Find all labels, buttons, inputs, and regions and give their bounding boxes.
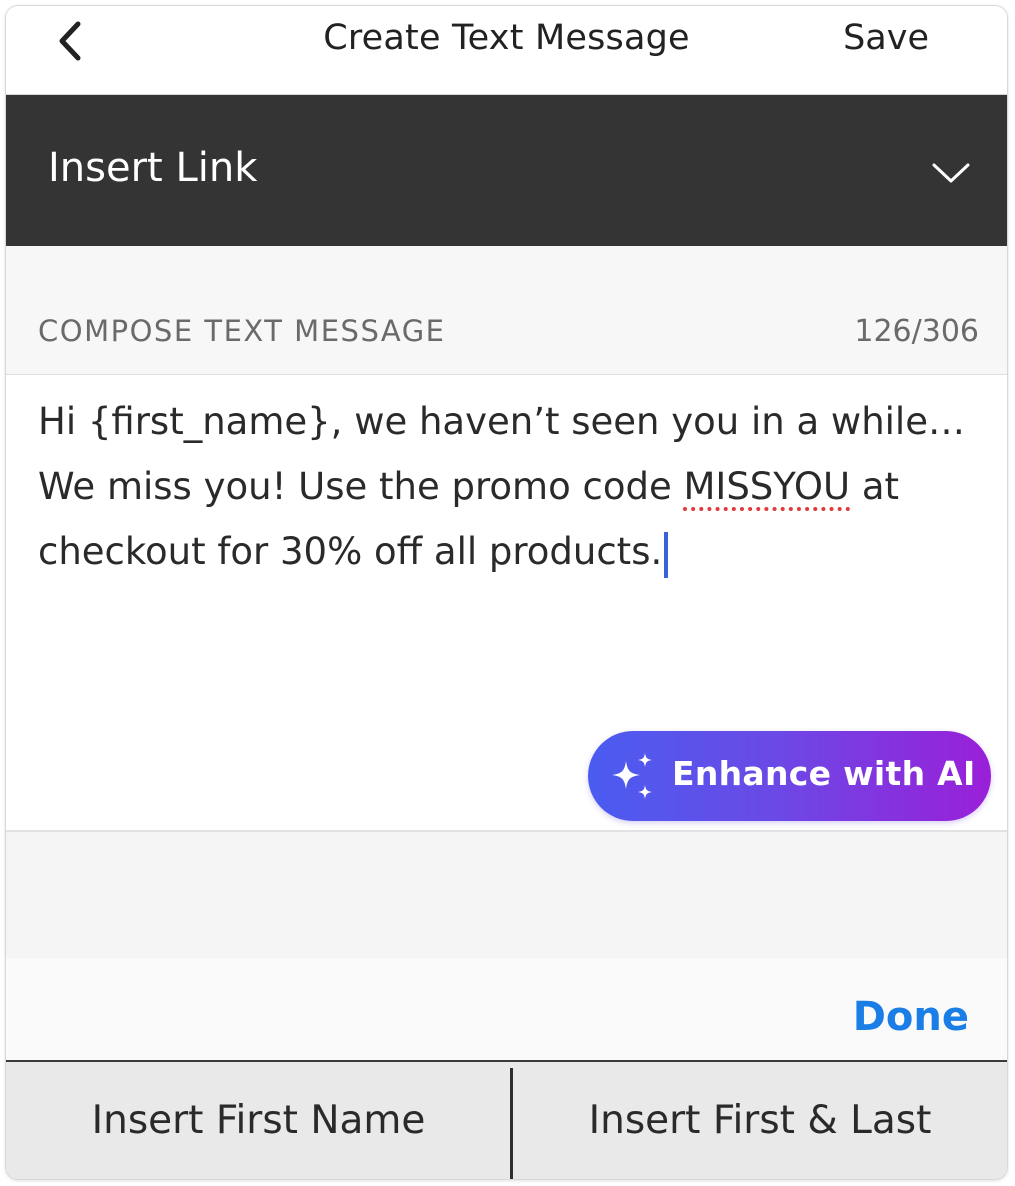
insert-link-label: Insert Link xyxy=(48,145,258,191)
spacer-area xyxy=(6,832,1007,958)
compose-header: COMPOSE TEXT MESSAGE 126/306 xyxy=(6,246,1007,375)
nav-bar: Create Text Message Save xyxy=(6,6,1007,95)
enhance-with-ai-label: Enhance with AI xyxy=(672,754,976,793)
insert-first-name-button[interactable]: Insert First Name xyxy=(6,1062,511,1179)
character-count: 126/306 xyxy=(854,314,979,349)
insert-first-last-button[interactable]: Insert First & Last xyxy=(513,1062,1007,1179)
misspelled-word: MISSYOU xyxy=(683,465,851,508)
sparkles-icon xyxy=(604,749,660,805)
app-screen: Create Text Message Save Insert Link COM… xyxy=(6,6,1007,1179)
message-text: Hi {first_name}, we haven’t seen you in … xyxy=(38,389,978,584)
insert-link-dropdown[interactable]: Insert Link xyxy=(6,95,1007,246)
save-button[interactable]: Save xyxy=(843,18,929,58)
keyboard-accessory-bar: Done xyxy=(6,958,1007,1062)
chevron-down-icon xyxy=(931,157,971,187)
text-cursor xyxy=(664,532,669,578)
done-button[interactable]: Done xyxy=(853,994,969,1040)
enhance-with-ai-button[interactable]: Enhance with AI xyxy=(588,731,991,821)
insert-name-bar: Insert First Name Insert First & Last xyxy=(6,1062,1007,1179)
compose-label: COMPOSE TEXT MESSAGE xyxy=(38,314,446,348)
